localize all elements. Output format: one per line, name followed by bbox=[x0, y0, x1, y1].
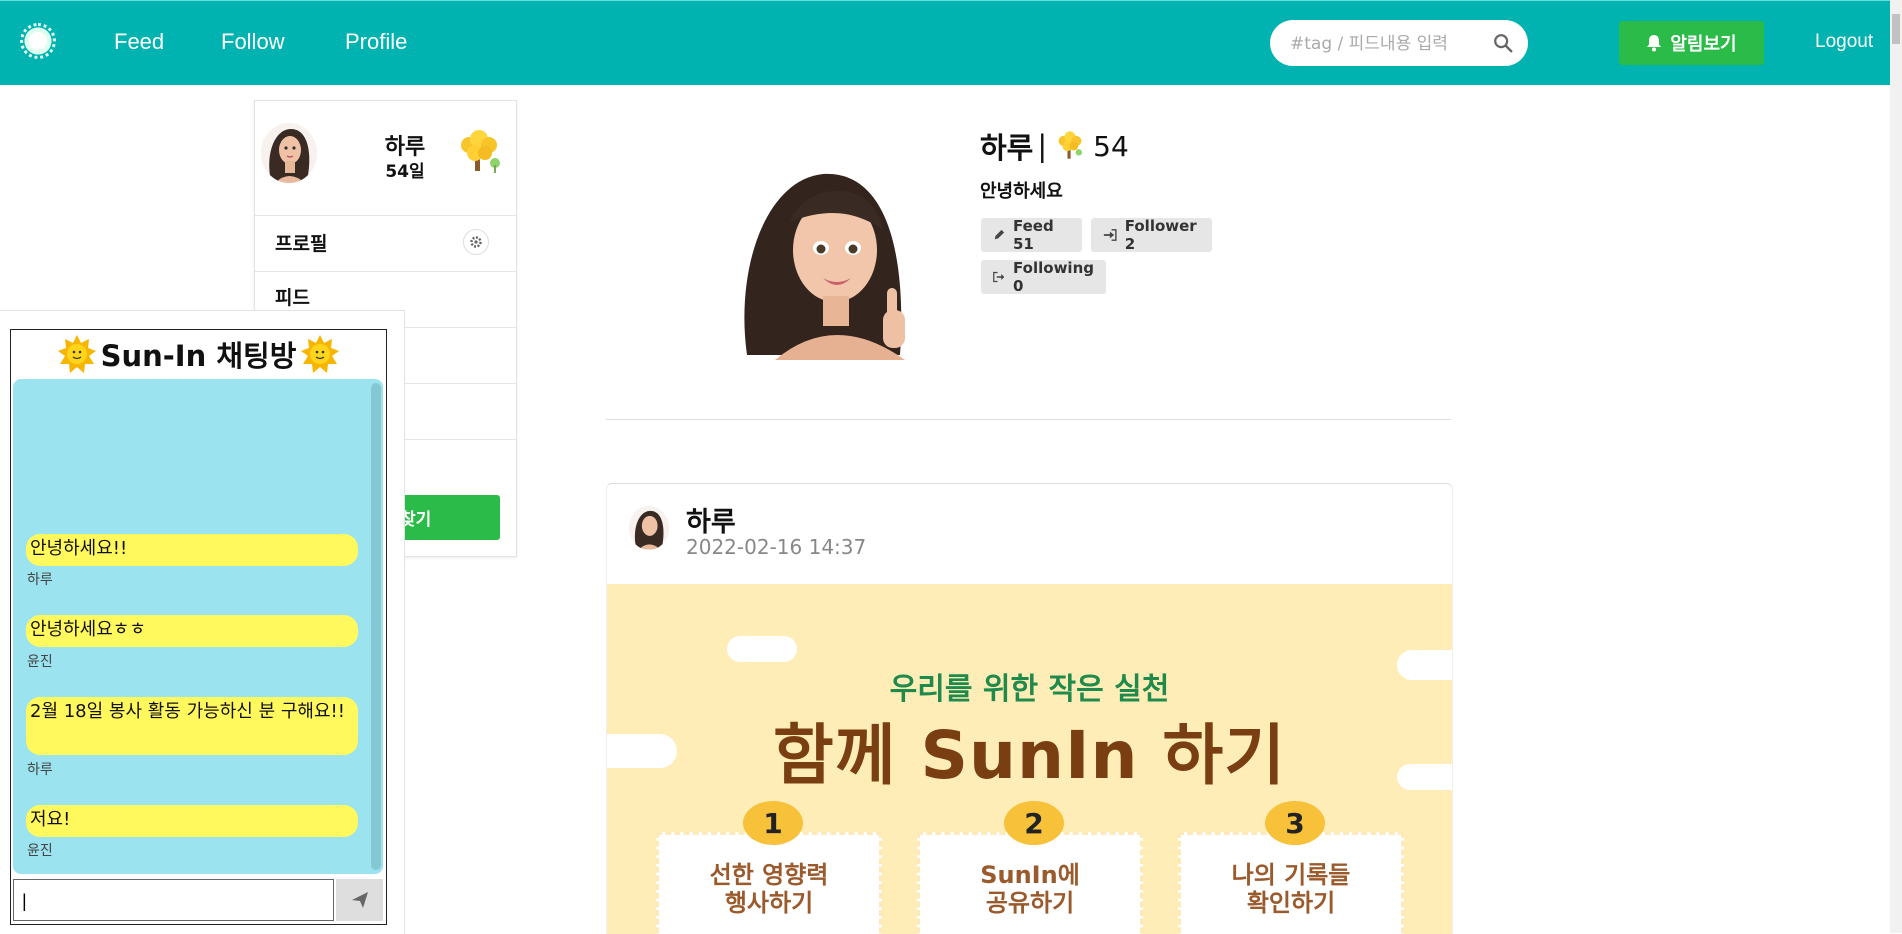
follower-count-button[interactable]: Follower 2 bbox=[1091, 217, 1212, 253]
card-header: 하루 54일 bbox=[255, 101, 516, 216]
gear-icon[interactable] bbox=[463, 229, 489, 255]
nav-profile-link[interactable]: Profile bbox=[345, 29, 407, 55]
chat-message-author: 윤진 bbox=[27, 843, 53, 859]
follower-count-label: Follower 2 bbox=[1124, 217, 1197, 253]
poster-step-text: 선한 영향력 행사하기 bbox=[709, 861, 829, 917]
page-scrollbar[interactable] bbox=[1890, 0, 1902, 933]
tree-level-icon bbox=[449, 123, 509, 183]
chat-message: 안녕하세요!! bbox=[26, 534, 358, 566]
send-button[interactable] bbox=[336, 879, 383, 921]
sun-logo-icon[interactable] bbox=[17, 20, 59, 62]
paper-plane-icon bbox=[351, 892, 368, 908]
post-date: 2022-02-16 14:37 bbox=[686, 535, 867, 559]
chat-input[interactable] bbox=[20, 882, 324, 920]
profile-header: 하루 | 54 bbox=[980, 125, 1129, 167]
nav-follow-link[interactable]: Follow bbox=[221, 29, 285, 55]
chat-title-text: Sun-In 채팅방 bbox=[100, 339, 297, 373]
top-navbar: Feed Follow Profile 알림보기 Logout bbox=[0, 0, 1890, 85]
feed-post[interactable]: 하루 2022-02-16 14:37 우리를 위한 작은 실천 함께 SunI… bbox=[606, 483, 1453, 934]
chat-input-box bbox=[13, 879, 334, 921]
following-count-label: Following 0 bbox=[1013, 259, 1094, 295]
scrollbar-thumb[interactable] bbox=[1892, 14, 1900, 44]
chat-message-author: 하루 bbox=[27, 572, 53, 588]
poster-step: 3 나의 기록들 확인하기 bbox=[1178, 801, 1404, 934]
chat-message-author: 윤진 bbox=[27, 654, 53, 670]
user-avatar bbox=[261, 123, 317, 183]
poster-step-number: 2 bbox=[1004, 801, 1064, 845]
pencil-icon bbox=[994, 229, 1005, 240]
feed-count-label: Feed 51 bbox=[1012, 217, 1054, 253]
chat-window: Sun-In 채팅방 안녕하세요!! 하루 안녕하세요ㅎㅎ 윤진 2월 18일 … bbox=[10, 329, 387, 925]
chat-message-author: 하루 bbox=[27, 762, 53, 778]
profile-greeting: 안녕하세요 bbox=[980, 181, 1063, 202]
sun-icon bbox=[301, 335, 340, 373]
cloud-decoration bbox=[727, 636, 797, 662]
profile-name: 하루 bbox=[980, 131, 1034, 165]
notifications-button[interactable]: 알림보기 bbox=[1619, 21, 1764, 65]
section-divider bbox=[606, 419, 1451, 420]
bell-icon bbox=[1647, 35, 1662, 52]
poster-step: 1 선한 영향력 행사하기 bbox=[656, 801, 882, 934]
profile-separator: | bbox=[1037, 129, 1048, 163]
sun-icon bbox=[57, 335, 96, 373]
search-input[interactable] bbox=[1288, 30, 1482, 58]
chat-message: 저요! bbox=[26, 805, 358, 837]
card-menu-profile-label: 프로필 bbox=[275, 233, 328, 255]
poster-step-number: 1 bbox=[743, 801, 803, 845]
card-menu-feed-label: 피드 bbox=[275, 287, 310, 309]
profile-level: 54 bbox=[1093, 129, 1129, 163]
feed-count-button[interactable]: Feed 51 bbox=[981, 217, 1082, 253]
sign-in-icon bbox=[1103, 229, 1117, 241]
post-image[interactable]: 우리를 위한 작은 실천 함께 SunIn 하기 1 선한 영향력 행사하기 2… bbox=[607, 584, 1452, 934]
nav-feed-link[interactable]: Feed bbox=[114, 29, 164, 55]
poster-step-text: SunIn에 공유하기 bbox=[980, 861, 1080, 917]
sign-out-icon bbox=[993, 271, 1005, 283]
notifications-label: 알림보기 bbox=[1670, 34, 1737, 55]
card-days: 54일 bbox=[385, 162, 425, 182]
post-author-name[interactable]: 하루 bbox=[686, 500, 736, 539]
profile-avatar-large bbox=[735, 160, 935, 360]
search-box bbox=[1270, 20, 1528, 66]
chat-message: 안녕하세요ㅎㅎ bbox=[26, 615, 358, 647]
search-icon[interactable] bbox=[1492, 32, 1514, 54]
chat-messages[interactable]: 안녕하세요!! 하루 안녕하세요ㅎㅎ 윤진 2월 18일 봉사 활동 가능하신 … bbox=[13, 379, 383, 874]
logout-link[interactable]: Logout bbox=[1815, 31, 1873, 53]
poster-step-number: 3 bbox=[1265, 801, 1325, 845]
chat-title: Sun-In 채팅방 bbox=[11, 330, 386, 378]
chat-message: 2월 18일 봉사 활동 가능하신 분 구해요!! bbox=[26, 697, 358, 755]
chat-scrollbar[interactable] bbox=[371, 383, 381, 870]
following-count-button[interactable]: Following 0 bbox=[981, 259, 1106, 295]
poster-title: 함께 SunIn 하기 bbox=[773, 717, 1286, 794]
poster-step: 2 SunIn에 공유하기 bbox=[917, 801, 1143, 934]
poster-step-text: 나의 기록들 확인하기 bbox=[1231, 861, 1351, 917]
tree-level-icon bbox=[1058, 131, 1083, 159]
post-author-avatar[interactable] bbox=[629, 506, 669, 550]
